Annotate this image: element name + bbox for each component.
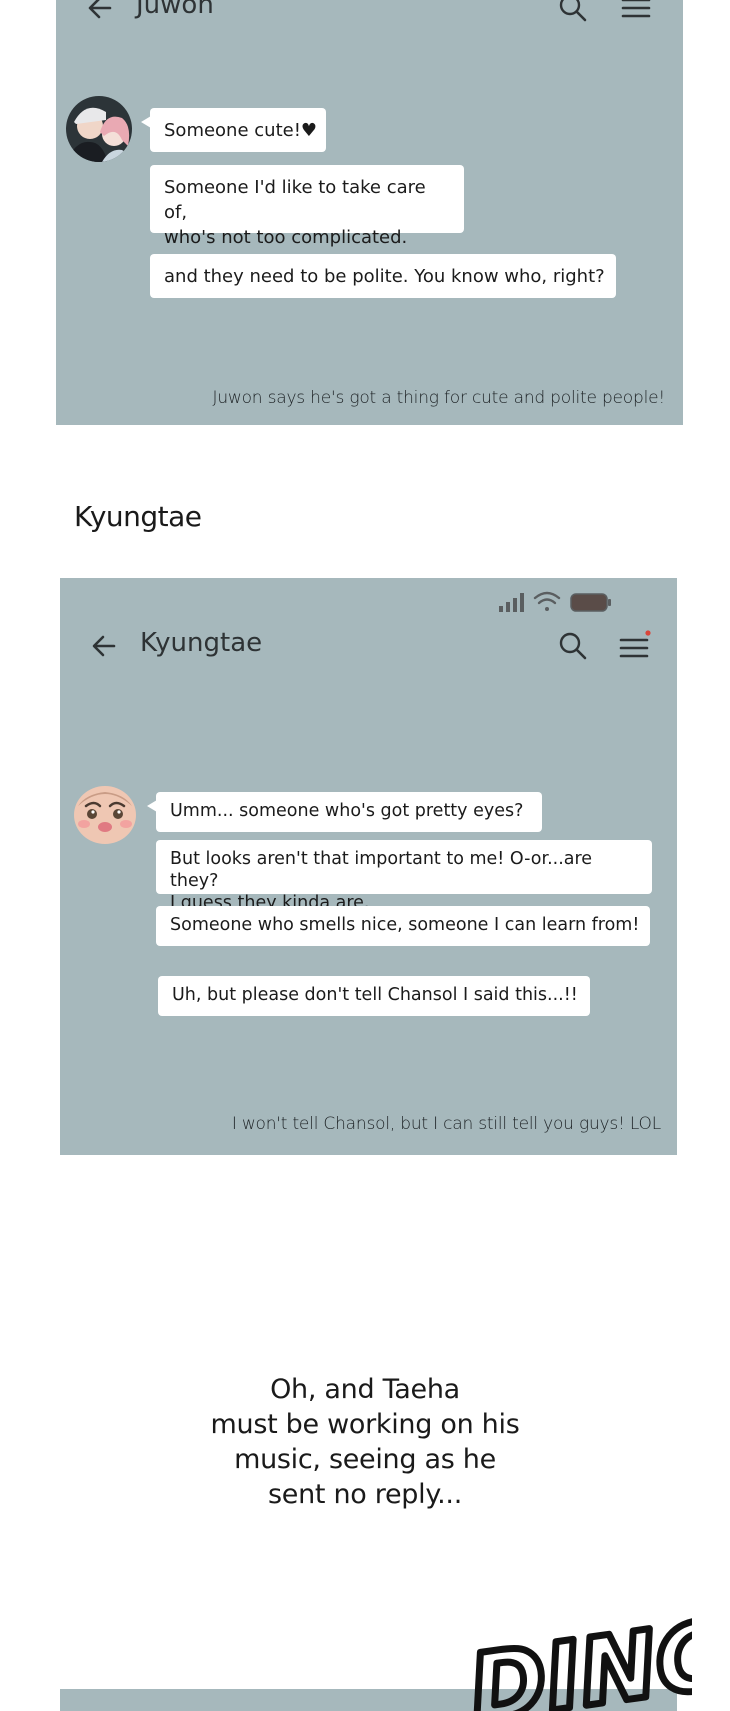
- narration-text: Oh, and Taeha must be working on his mus…: [210, 1374, 520, 1510]
- back-arrow-icon[interactable]: [84, 0, 116, 24]
- search-icon[interactable]: [557, 630, 589, 662]
- status-bar: [499, 591, 611, 612]
- panel-caption: I won't tell Chansol, but I can still te…: [231, 1114, 661, 1134]
- chat-title: Juwon: [136, 0, 214, 20]
- menu-icon[interactable]: [617, 630, 651, 662]
- battery-icon: [570, 593, 611, 612]
- avatar[interactable]: [66, 96, 132, 162]
- kyungtae-chat-panel: Kyungtae Umm... someone who's got pretty…: [60, 578, 677, 1155]
- ding-sound-effect: DING: [462, 1597, 692, 1711]
- juwon-chat-panel: Juwon Someone cute!♥ Someone I'd like to…: [56, 0, 683, 425]
- chat-bubble: Someone who smells nice, someone I can l…: [156, 906, 650, 946]
- avatar[interactable]: [72, 780, 138, 846]
- signal-icon: [499, 593, 524, 612]
- section-label: Kyungtae: [74, 500, 202, 533]
- back-arrow-icon[interactable]: [88, 630, 120, 662]
- panel-caption: Juwon says he's got a thing for cute and…: [212, 388, 666, 408]
- chat-bubble: But looks aren't that important to me! O…: [156, 840, 652, 913]
- chat-bubble: Someone cute!♥: [141, 108, 326, 152]
- chat-header: Juwon: [56, 0, 683, 38]
- search-icon[interactable]: [557, 0, 589, 24]
- notification-dot: [645, 630, 651, 636]
- wifi-icon: [533, 591, 561, 611]
- chat-bubble: Someone I'd like to take care of, who's …: [150, 165, 464, 248]
- chat-header: Kyungtae: [60, 616, 677, 676]
- chat-bubble: and they need to be polite. You know who…: [150, 254, 616, 298]
- chat-bubble: Umm... someone who's got pretty eyes?: [147, 792, 542, 832]
- chat-title: Kyungtae: [140, 628, 263, 658]
- sfx-text: DING: [463, 1600, 692, 1711]
- menu-icon[interactable]: [619, 0, 653, 24]
- chat-bubble: Uh, but please don't tell Chansol I said…: [158, 976, 590, 1016]
